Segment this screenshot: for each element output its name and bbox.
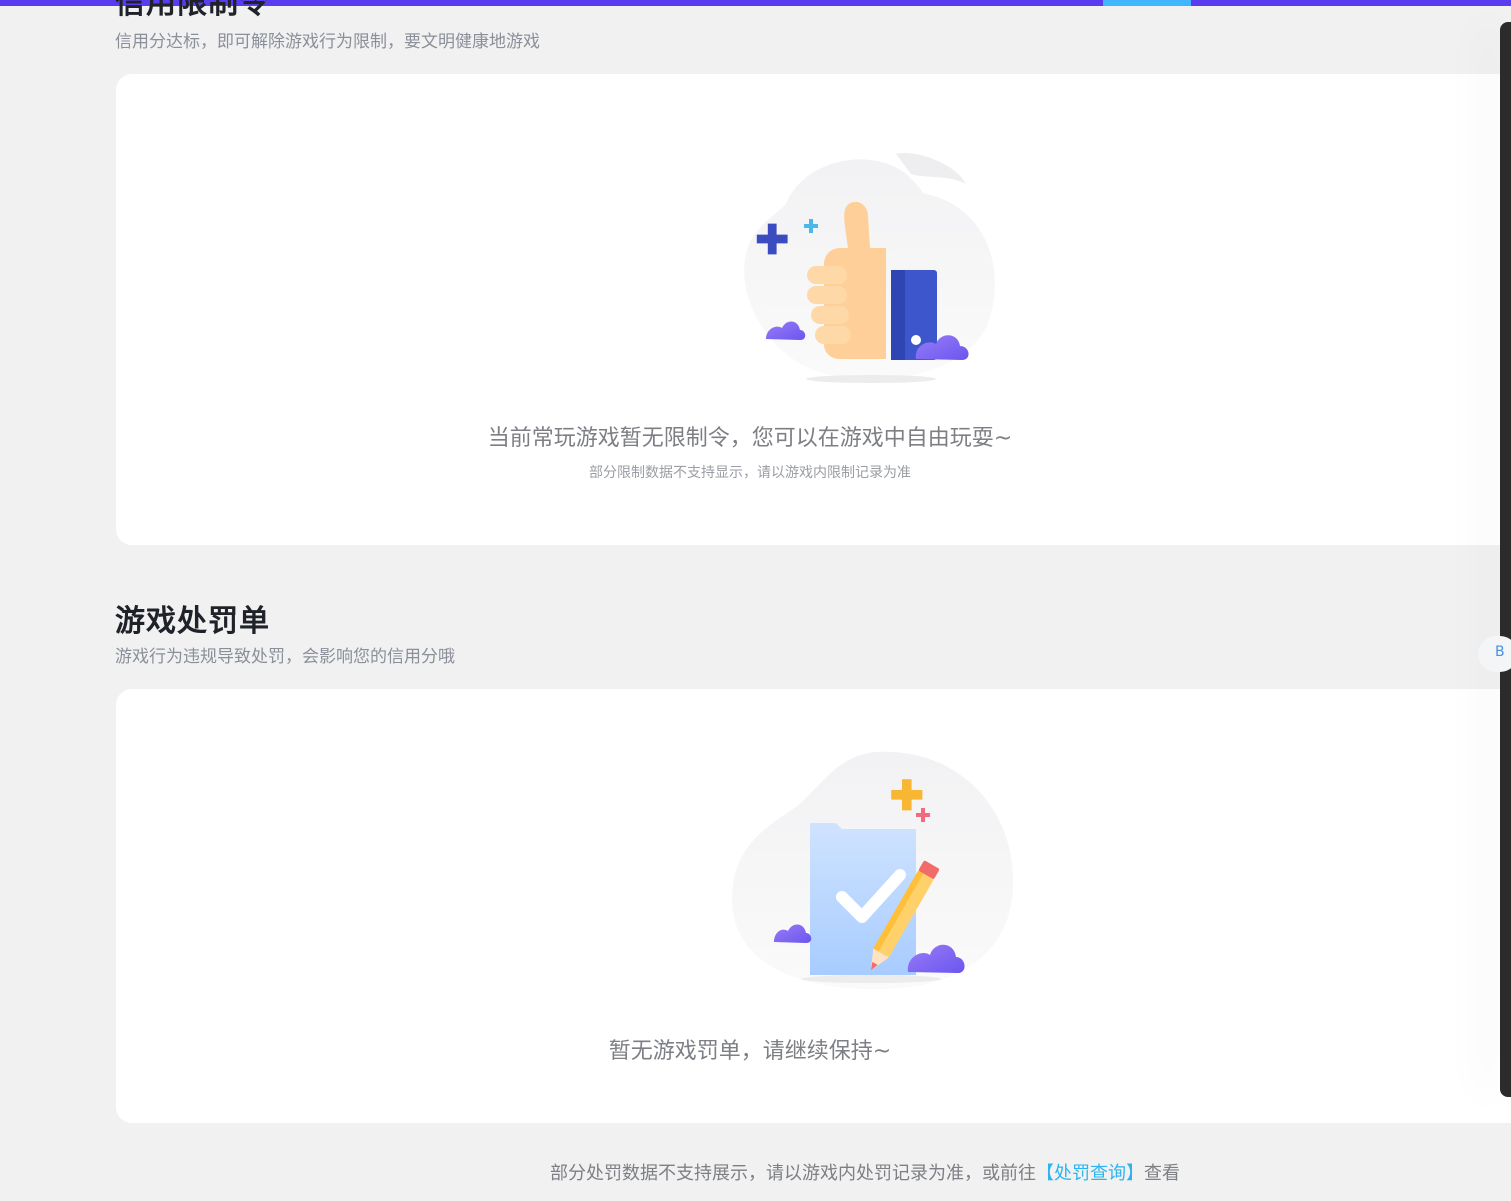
credit-empty-message: 当前常玩游戏暂无限制令，您可以在游戏中自由玩耍~: [487, 426, 1013, 451]
checklist-pencil-icon: [731, 751, 1014, 990]
active-indicator: [1103, 0, 1191, 6]
credit-data-note: 部分限制数据不支持显示，请以游戏内限制记录为准: [589, 465, 911, 481]
footer-text-after: 查看: [1144, 1163, 1180, 1184]
floating-button-label: B: [1495, 644, 1505, 660]
penalty-query-link[interactable]: 【处罚查询】: [1036, 1163, 1144, 1184]
thumbs-up-icon: [744, 153, 995, 383]
footer-note: 部分处罚数据不支持展示，请以游戏内处罚记录为准，或前往【处罚查询】查看: [0, 1162, 1511, 1186]
floating-button[interactable]: B: [1478, 636, 1511, 672]
side-drawer-edge[interactable]: [1500, 22, 1511, 1097]
penalty-section-subtitle: 游戏行为违规导致处罚，会影响您的信用分哦: [115, 647, 455, 667]
credit-section-title: 信用限制令: [115, 0, 270, 21]
penalty-section-title: 游戏处罚单: [115, 604, 270, 639]
credit-section-subtitle: 信用分达标，即可解除游戏行为限制，要文明健康地游戏: [115, 32, 540, 52]
penalty-card: 暂无游戏罚单，请继续保持~: [116, 689, 1511, 1123]
credit-restriction-card: 当前常玩游戏暂无限制令，您可以在游戏中自由玩耍~ 部分限制数据不支持显示，请以游…: [116, 74, 1511, 545]
footer-text-before: 部分处罚数据不支持展示，请以游戏内处罚记录为准，或前往: [550, 1163, 1036, 1184]
penalty-empty-message: 暂无游戏罚单，请继续保持~: [608, 1039, 892, 1064]
